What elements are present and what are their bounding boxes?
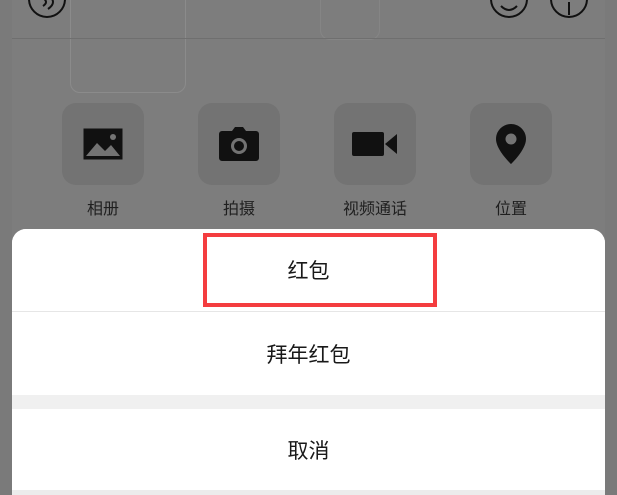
new-year-red-packet-option[interactable]: 拜年红包 [12, 312, 605, 395]
emoji-icon[interactable] [490, 0, 528, 18]
voice-icon[interactable] [28, 0, 66, 18]
location-label: 位置 [494, 199, 527, 218]
video-call-button[interactable] [334, 103, 416, 185]
camera-icon [219, 127, 259, 161]
highlight-box [203, 233, 437, 307]
location-button[interactable] [470, 103, 552, 185]
background-card [70, 0, 186, 93]
camera-button[interactable] [198, 103, 280, 185]
input-divider [12, 38, 605, 39]
album-button[interactable] [62, 103, 144, 185]
plus-icon[interactable] [550, 0, 588, 18]
cancel-button[interactable]: 取消 [12, 409, 605, 491]
background-card [320, 0, 380, 40]
album-icon [83, 128, 123, 160]
camera-label: 拍摄 [222, 199, 255, 218]
sheet-bottom-edge [12, 490, 605, 495]
album-label: 相册 [86, 199, 119, 218]
video-icon [352, 132, 397, 156]
location-pin-icon [496, 124, 526, 164]
video-call-label: 视频通话 [342, 199, 407, 218]
